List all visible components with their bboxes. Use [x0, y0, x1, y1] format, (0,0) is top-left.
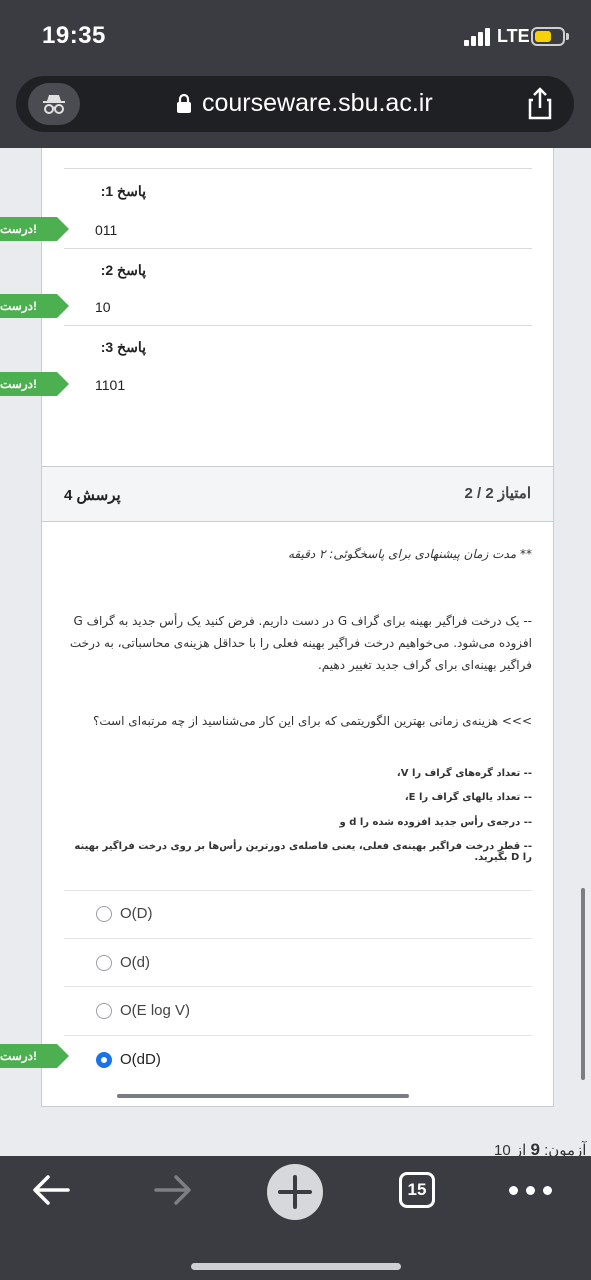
answer-2-value: 10 [95, 299, 111, 315]
horizontal-scrollbar[interactable] [117, 1094, 409, 1098]
option-label[interactable]: O(D) [120, 905, 153, 922]
question-time-note: ** مدت زمان پیشنهادی برای پاسخگوئی: ۲ دق… [288, 547, 532, 561]
lock-icon [177, 93, 191, 113]
correct-tag-1: درست! [0, 217, 69, 241]
option-label[interactable]: O(dD) [120, 1051, 161, 1068]
quiz-progress-current: 9 [530, 1140, 540, 1156]
divider [64, 938, 532, 939]
vertical-scrollbar[interactable] [581, 888, 585, 1080]
question-title: پرسش 4 [64, 487, 121, 504]
definition-e: -- تعداد یالهای گراف را E، [404, 792, 532, 803]
definition-diameter: -- قطر درخت فراگیر بهینه‌ی فعلی، یعنی فا… [74, 841, 532, 863]
browser-toolbar: 15 [0, 1156, 591, 1280]
incognito-icon [43, 95, 65, 114]
home-indicator[interactable] [191, 1263, 401, 1270]
answer-1-value: 011 [95, 222, 118, 238]
network-label: LTE [497, 26, 530, 46]
battery-cap [566, 33, 569, 40]
divider [64, 1035, 532, 1036]
question-score: امتیاز 2 / 2 [464, 485, 531, 502]
quiz-progress-prefix: آزمون: [544, 1142, 587, 1156]
radio-button[interactable] [96, 906, 112, 922]
answer-3-label: پاسخ 3: [100, 339, 146, 355]
question-header: پرسش 4 امتیاز 2 / 2 [42, 467, 553, 522]
url-text[interactable]: courseware.sbu.ac.ir [202, 89, 433, 118]
battery-icon [531, 27, 565, 46]
radio-button[interactable] [96, 955, 112, 971]
radio-button[interactable] [96, 1003, 112, 1019]
status-time: 19:35 [42, 22, 106, 49]
status-bar: 19:35 LTE [0, 0, 591, 72]
plus-icon [278, 1175, 312, 1209]
tabs-button[interactable]: 15 [399, 1172, 435, 1208]
question-ask: >>> هزینه‌ی زمانی بهترین الگوریتمی که بر… [92, 714, 532, 728]
answer-3-value: 1101 [95, 377, 126, 393]
option-label[interactable]: O(E log V) [120, 1002, 190, 1019]
divider [64, 248, 532, 249]
answer-1-label: پاسخ 1: [100, 183, 146, 199]
radio-button-checked[interactable] [96, 1052, 112, 1068]
definition-d: -- درجه‌ی رأس جدید افزوده شده را d و [339, 817, 532, 828]
correct-tag-4: درست! [0, 1044, 69, 1068]
forward-arrow-icon[interactable] [152, 1172, 194, 1208]
divider [64, 168, 532, 169]
question-4-card: پرسش 4 امتیاز 2 / 2 ** مدت زمان پیشنهادی… [41, 466, 554, 1107]
signal-icon [464, 28, 492, 46]
back-arrow-icon[interactable] [30, 1172, 72, 1208]
quiz-progress: آزمون: 9 از 10 [494, 1140, 586, 1156]
question-paragraph: -- یک درخت فراگیر بهینه برای گراف G در د… [69, 614, 532, 672]
correct-tag-2: درست! [0, 294, 69, 318]
url-bar[interactable]: courseware.sbu.ac.ir [16, 76, 574, 132]
new-tab-button[interactable] [267, 1164, 323, 1220]
share-icon[interactable] [522, 86, 558, 122]
correct-tag-3: درست! [0, 372, 69, 396]
app-root: 19:35 LTE courseware.sbu.ac.ir پاسخ 1: د… [0, 0, 591, 1280]
divider [64, 986, 532, 987]
option-label[interactable]: O(d) [120, 954, 150, 971]
quiz-progress-total: از 10 [494, 1142, 527, 1156]
divider [64, 325, 532, 326]
divider [64, 890, 532, 891]
page-content: پاسخ 1: درست! 011 پاسخ 2: درست! 10 پاسخ … [0, 148, 591, 1156]
answer-2-label: پاسخ 2: [100, 262, 146, 278]
definition-v: -- تعداد گره‌های گراف را V، [396, 768, 532, 779]
incognito-button[interactable] [28, 83, 80, 125]
more-icon[interactable] [509, 1186, 553, 1196]
